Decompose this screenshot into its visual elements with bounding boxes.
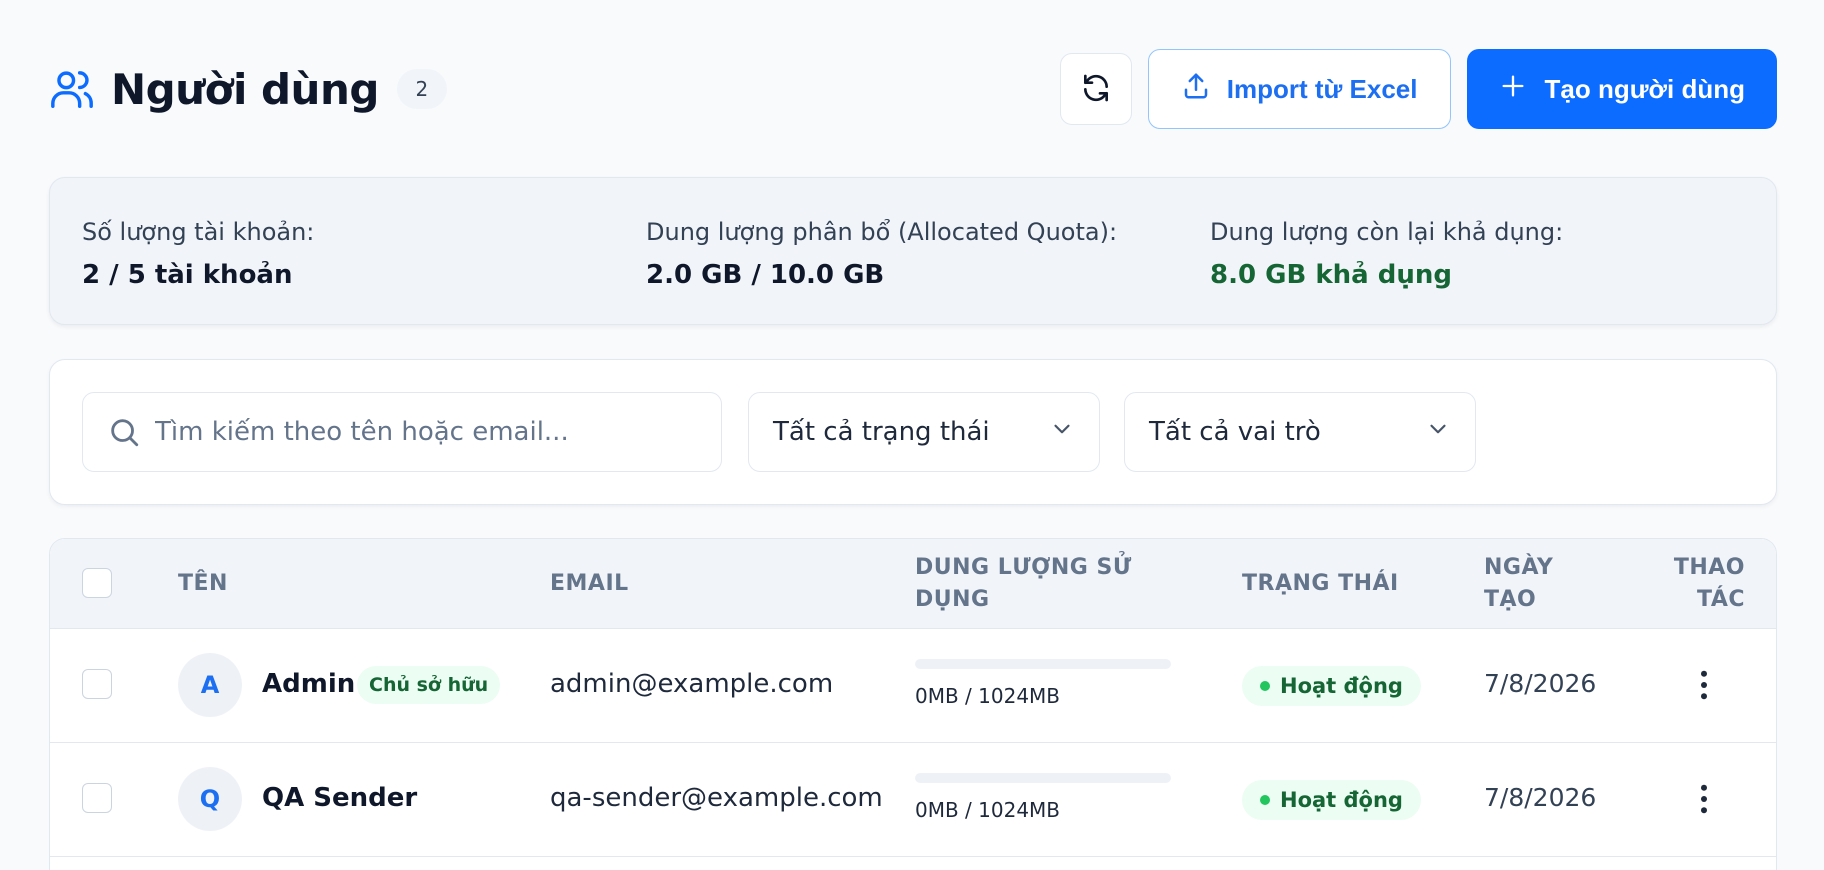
- refresh-button[interactable]: [1059, 53, 1132, 125]
- import-excel-button[interactable]: Import từ Excel: [1147, 49, 1451, 129]
- status-label: Hoạt động: [1280, 674, 1403, 698]
- role-filter-select[interactable]: Tất cả vai trò: [1124, 392, 1476, 472]
- stat-remaining-value: 8.0 GB khả dụng: [1210, 260, 1452, 290]
- filter-bar: Tất cả trạng thái Tất cả vai trò: [49, 359, 1777, 505]
- column-header-usage[interactable]: DUNG LƯỢNG SỬ DỤNG: [915, 552, 1132, 616]
- usage-text: 0MB / 1024MB: [915, 684, 1061, 708]
- usage-text: 0MB / 1024MB: [915, 798, 1061, 822]
- user-count-badge: 2: [396, 69, 447, 109]
- stat-allocated-label: Dung lượng phân bổ (Allocated Quota):: [646, 218, 1118, 246]
- plus-icon: [1499, 72, 1527, 107]
- chevron-down-icon: [1049, 416, 1075, 449]
- stat-accounts-label: Số lượng tài khoản:: [82, 218, 315, 246]
- status-dot-icon: [1260, 681, 1270, 691]
- created-date: 7/8/2026: [1484, 669, 1597, 698]
- row-select-checkbox[interactable]: [82, 669, 112, 699]
- stat-allocated: Dung lượng phân bổ (Allocated Quota): 2.…: [646, 218, 1117, 290]
- user-email: qa-sender@example.com: [550, 783, 883, 813]
- search-box[interactable]: [82, 392, 722, 472]
- page-title: Người dùng: [111, 64, 379, 114]
- column-header-created-line1: NGÀY: [1484, 555, 1554, 580]
- select-all-checkbox[interactable]: [82, 568, 112, 598]
- column-header-usage-line2: DỤNG: [915, 587, 990, 612]
- header-actions: Import từ Excel Tạo người dùng: [1059, 49, 1777, 129]
- avatar: A: [178, 653, 242, 717]
- column-header-actions-line1: THAO: [1673, 555, 1745, 580]
- users-table: TÊN EMAIL DUNG LƯỢNG SỬ DỤNG TRẠNG THÁI …: [49, 538, 1777, 870]
- role-filter-value: Tất cả vai trò: [1149, 417, 1321, 447]
- status-dot-icon: [1260, 795, 1270, 805]
- status-filter-value: Tất cả trạng thái: [773, 417, 990, 447]
- page-header: Người dùng 2 Import từ Excel Tạo người d…: [49, 48, 1777, 130]
- column-header-created[interactable]: NGÀY TẠO: [1484, 552, 1553, 616]
- row-select-checkbox[interactable]: [82, 783, 112, 813]
- created-date: 7/8/2026: [1484, 783, 1597, 812]
- more-vertical-icon[interactable]: [1696, 669, 1712, 701]
- column-header-usage-line1: DUNG LƯỢNG SỬ: [915, 555, 1132, 580]
- chevron-down-icon: [1425, 416, 1451, 449]
- search-icon: [107, 415, 141, 449]
- user-name: QA Sender: [262, 783, 418, 813]
- owner-badge: Chủ sở hữu: [357, 666, 501, 704]
- user-email: admin@example.com: [550, 669, 834, 699]
- stat-accounts: Số lượng tài khoản: 2 / 5 tài khoản: [82, 218, 314, 290]
- stat-remaining: Dung lượng còn lại khả dụng: 8.0 GB khả …: [1210, 218, 1563, 290]
- stat-accounts-value: 2 / 5 tài khoản: [82, 260, 293, 290]
- status-badge: Hoạt động: [1242, 666, 1421, 706]
- table-header: TÊN EMAIL DUNG LƯỢNG SỬ DỤNG TRẠNG THÁI …: [50, 539, 1776, 629]
- status-filter-select[interactable]: Tất cả trạng thái: [748, 392, 1100, 472]
- search-input[interactable]: [155, 417, 695, 447]
- title-group: Người dùng 2: [49, 65, 447, 114]
- table-row: A Admin Chủ sở hữu admin@example.com 0MB…: [50, 629, 1776, 743]
- refresh-icon: [1080, 72, 1112, 107]
- users-icon: [49, 66, 95, 112]
- create-user-button[interactable]: Tạo người dùng: [1466, 49, 1777, 129]
- quota-summary-card: Số lượng tài khoản: 2 / 5 tài khoản Dung…: [49, 177, 1777, 325]
- column-header-email[interactable]: EMAIL: [550, 568, 629, 600]
- column-header-created-line2: TẠO: [1484, 587, 1537, 612]
- column-header-name[interactable]: TÊN: [178, 568, 228, 600]
- avatar: Q: [178, 767, 242, 831]
- status-badge: Hoạt động: [1242, 780, 1421, 820]
- user-name: Admin: [262, 669, 356, 699]
- column-header-actions: THAO TÁC: [1610, 552, 1745, 616]
- stat-allocated-value: 2.0 GB / 10.0 GB: [646, 260, 885, 290]
- upload-icon: [1181, 71, 1211, 108]
- import-excel-label: Import từ Excel: [1226, 73, 1418, 104]
- usage-progress-bar: [915, 659, 1171, 669]
- column-header-actions-line2: TÁC: [1697, 587, 1745, 612]
- more-vertical-icon[interactable]: [1696, 783, 1712, 815]
- usage-progress-bar: [915, 773, 1171, 783]
- column-header-status[interactable]: TRẠNG THÁI: [1242, 568, 1399, 600]
- create-user-label: Tạo người dùng: [1544, 73, 1746, 104]
- stat-remaining-label: Dung lượng còn lại khả dụng:: [1210, 218, 1564, 246]
- status-label: Hoạt động: [1280, 788, 1403, 812]
- table-row: Q QA Sender qa-sender@example.com 0MB / …: [50, 743, 1776, 857]
